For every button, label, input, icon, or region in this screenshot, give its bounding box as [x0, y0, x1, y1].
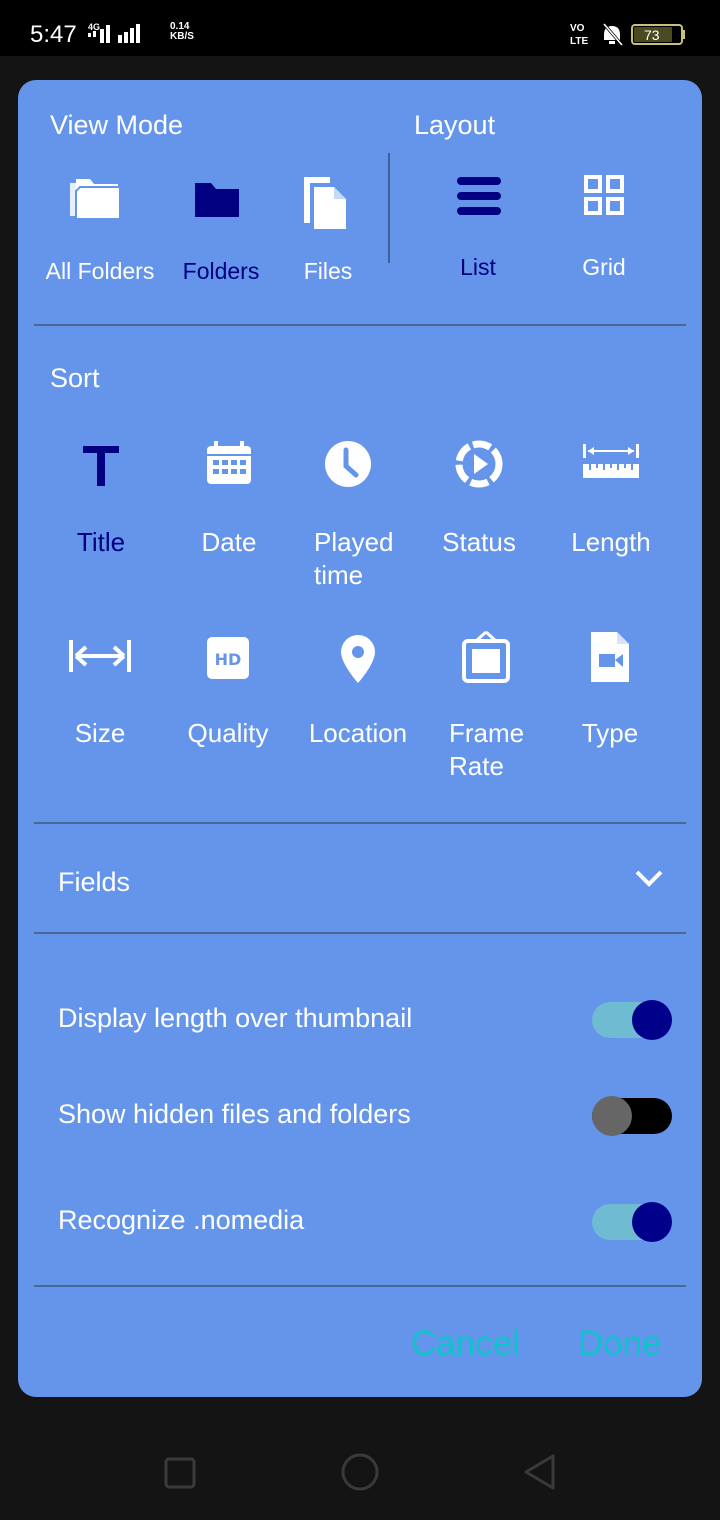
status-right-icons: VO LTE 73: [570, 23, 685, 47]
list-icon: [457, 177, 501, 215]
view-mode-title: View Mode: [50, 110, 184, 140]
navigation-bar: [0, 1430, 720, 1520]
toggle-row-display-length: Display length over thumbnail: [58, 996, 678, 1040]
view-layout-divider: [388, 153, 390, 263]
folder-icon: [195, 183, 239, 217]
play-status-icon: [455, 440, 503, 488]
sort-status-option[interactable]: Status: [414, 440, 544, 600]
sort-frame-rate-option[interactable]: Frame Rate: [421, 630, 551, 790]
sort-label: Title: [76, 527, 126, 557]
layout-list[interactable]: List: [408, 175, 548, 285]
sort-label: Quality: [187, 718, 269, 748]
network-type-label: 4G: [88, 22, 100, 32]
calendar-icon: [207, 441, 251, 484]
toggle-row-hidden-files: Show hidden files and folders: [58, 1092, 678, 1136]
sort-type-option[interactable]: Type: [545, 630, 675, 790]
location-pin-icon: [341, 635, 375, 683]
circle-icon[interactable]: [340, 1452, 380, 1492]
divider: [34, 324, 686, 326]
sort-label: Size: [74, 718, 126, 748]
sort-location-option[interactable]: Location: [293, 630, 423, 790]
file-multiple-icon: [304, 177, 346, 229]
width-arrows-icon: [69, 640, 131, 672]
layout-title: Layout: [414, 110, 496, 140]
hd-icon: HD: [207, 637, 249, 679]
sort-label: Type: [581, 718, 639, 748]
sort-date-option[interactable]: Date: [164, 440, 294, 600]
view-mode-files[interactable]: Files: [258, 175, 398, 285]
layout-grid[interactable]: Grid: [534, 175, 674, 285]
title-icon: [83, 446, 119, 486]
divider: [34, 822, 686, 824]
toggle-row-nomedia: Recognize .nomedia: [58, 1198, 678, 1242]
battery-icon: 73: [631, 24, 685, 45]
battery-level: 73: [644, 27, 660, 43]
sort-label: Length: [571, 527, 651, 557]
sort-size-option[interactable]: Size: [35, 630, 165, 790]
sort-played-time-option[interactable]: Played time: [283, 440, 413, 600]
signal-icon: 4G: [88, 22, 140, 43]
view-mode-all-folders[interactable]: All Folders: [30, 175, 170, 285]
cancel-button[interactable]: Cancel: [411, 1322, 520, 1366]
clock-icon: [325, 441, 371, 487]
svg-text:LTE: LTE: [570, 36, 588, 47]
toggle-label: Display length over thumbnail: [58, 1003, 413, 1033]
display-length-switch[interactable]: [592, 998, 672, 1040]
ruler-icon: [583, 444, 639, 478]
grid-icon: [584, 175, 624, 215]
video-file-icon: [591, 632, 629, 682]
svg-text:VO: VO: [570, 23, 585, 34]
layout-label: List: [460, 254, 496, 280]
layout-label: Grid: [582, 254, 626, 280]
sort-label: Location: [308, 718, 408, 748]
sort-length-option[interactable]: Length: [546, 440, 676, 600]
sort-title: Sort: [50, 363, 100, 393]
divider: [34, 932, 686, 934]
triangle-back-icon[interactable]: [522, 1452, 558, 1492]
network-speed: 0.14 KB/S: [170, 21, 194, 42]
fields-expander[interactable]: Fields: [58, 862, 678, 902]
toggle-label: Recognize .nomedia: [58, 1205, 305, 1235]
switch-knob: [592, 1096, 632, 1136]
switch-knob: [632, 1000, 672, 1040]
status-time: 5:47: [30, 21, 77, 48]
sort-label: Status: [442, 527, 516, 557]
sort-label: Date: [201, 527, 257, 557]
chevron-down-icon: [635, 870, 663, 887]
square-icon[interactable]: [163, 1456, 197, 1490]
view-mode-label: Files: [303, 258, 353, 284]
switch-knob: [632, 1202, 672, 1242]
view-mode-label: All Folders: [45, 258, 155, 284]
status-bar: 5:47 4G 0.14 KB/S VO LTE 73: [0, 0, 720, 56]
svg-text:HD: HD: [215, 650, 242, 669]
display-options-dialog: View Mode Layout All Folders Folders Fil…: [18, 80, 702, 1397]
sort-quality-option[interactable]: HD Quality: [163, 630, 293, 790]
divider: [34, 1285, 686, 1287]
mute-bell-icon: [602, 23, 624, 46]
toggle-label: Show hidden files and folders: [58, 1099, 411, 1129]
done-button[interactable]: Done: [578, 1322, 662, 1366]
folder-multiple-icon: [70, 179, 121, 220]
nomedia-switch[interactable]: [592, 1200, 672, 1242]
frame-icon: [462, 630, 510, 683]
hidden-files-switch[interactable]: [592, 1094, 672, 1136]
sort-title-option[interactable]: Title: [36, 440, 166, 600]
fields-label: Fields: [58, 867, 131, 897]
